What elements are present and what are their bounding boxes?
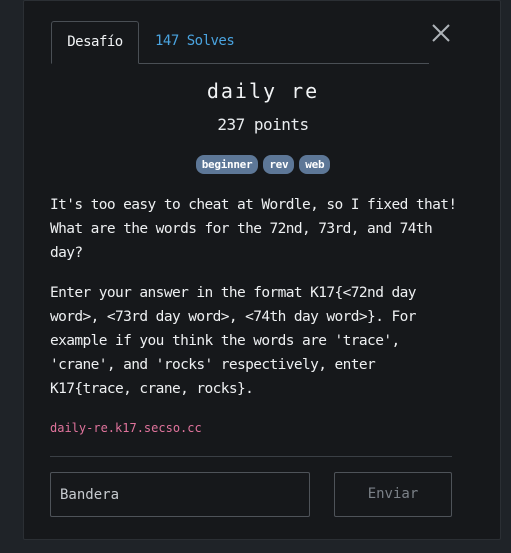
challenge-tags: beginner rev web bbox=[24, 155, 502, 174]
challenge-link[interactable]: daily-re.k17.secso.cc bbox=[50, 421, 202, 435]
challenge-points: 237 points bbox=[217, 115, 309, 134]
close-icon bbox=[432, 24, 450, 42]
flag-input[interactable] bbox=[50, 472, 310, 517]
close-button[interactable] bbox=[429, 21, 453, 45]
challenge-tabs: Desafío 147 Solves bbox=[51, 21, 429, 64]
challenge-modal: Desafío 147 Solves daily re 237 points b… bbox=[23, 0, 501, 540]
tag-badge: rev bbox=[263, 155, 295, 174]
divider bbox=[50, 456, 452, 457]
tab-solves[interactable]: 147 Solves bbox=[155, 21, 235, 62]
challenge-description-format: Enter your answer in the format K17{<72n… bbox=[50, 285, 416, 397]
tag-badge: beginner bbox=[195, 155, 259, 174]
tag-badge: web bbox=[299, 155, 331, 174]
submit-button[interactable]: Enviar bbox=[334, 472, 452, 517]
challenge-description-intro: It's too easy to cheat at Wordle, so I f… bbox=[50, 197, 457, 261]
challenge-title: daily re bbox=[206, 79, 320, 103]
tab-challenge[interactable]: Desafío bbox=[51, 21, 139, 64]
